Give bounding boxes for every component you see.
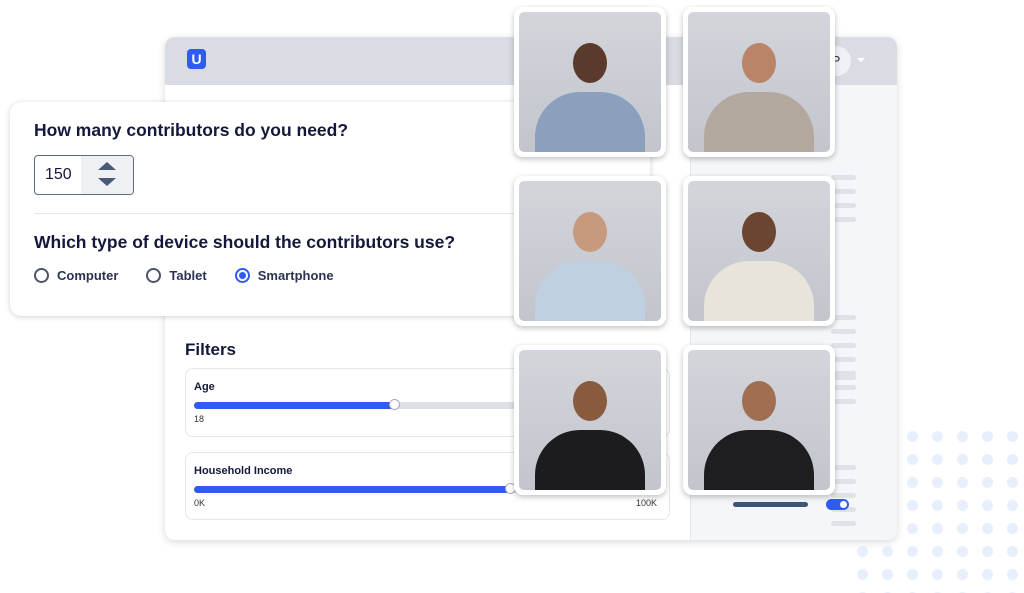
radio-circle[interactable] [234,268,250,283]
income-min: 0K [194,498,206,508]
person-body [704,92,814,152]
contributors-value[interactable]: 150 [35,156,81,194]
contributor-photo[interactable] [683,345,835,495]
person-body [535,92,645,152]
toggle-switch[interactable] [826,499,849,510]
chevron-down-icon[interactable] [857,58,865,66]
contributor-photo[interactable] [514,7,666,157]
photo-image [519,350,661,490]
radio-label: Smartphone [257,268,334,283]
device-radio-group: Computer Tablet Smartphone [34,268,362,283]
radio-label: Tablet [169,268,207,283]
footer-bar [733,502,808,507]
device-question: Which type of device should the contribu… [34,232,456,252]
radio-circle[interactable] [146,268,162,283]
arrow-down-icon[interactable] [98,178,116,186]
person-body [535,261,645,321]
person-head [742,211,776,252]
person-head [573,42,607,83]
person-head [742,380,776,421]
contributors-stepper[interactable]: 150 [34,155,134,195]
placeholder-line [831,175,856,180]
filters-title: Filters [185,340,237,359]
radio-tablet[interactable]: Tablet [146,268,207,283]
placeholder-line [831,521,856,526]
income-label: Household Income [194,465,293,477]
contributor-photo[interactable] [514,345,666,495]
age-slider-fill [194,402,394,409]
photo-image [688,181,830,321]
radio-smartphone[interactable]: Smartphone [234,268,334,283]
contributor-photo[interactable] [683,7,835,157]
arrow-up-icon[interactable] [98,162,116,170]
placeholder-line [831,343,856,348]
person-head [573,211,607,252]
person-head [573,380,607,421]
person-head [742,42,776,83]
person-body [704,430,814,490]
age-slider-thumb[interactable] [388,399,400,410]
radio-circle[interactable] [34,268,49,283]
radio-computer[interactable]: Computer [34,268,118,283]
contributors-question: How many contributors do you need? [34,120,349,140]
stepper-arrows[interactable] [81,156,133,194]
age-min: 18 [194,414,205,424]
radio-label: Computer [57,268,119,283]
photo-image [688,350,830,490]
contributor-photo[interactable] [683,176,835,326]
contributor-photo[interactable] [514,176,666,326]
age-label: Age [194,381,215,393]
placeholder-line [831,329,856,334]
photo-image [519,181,661,321]
person-body [535,430,645,490]
income-max: 100K [635,498,657,508]
income-slider-fill [194,486,511,493]
logo: U [187,49,206,69]
photo-image [519,12,661,152]
person-body [704,261,814,321]
photo-image [688,12,830,152]
placeholder-line [831,493,856,498]
